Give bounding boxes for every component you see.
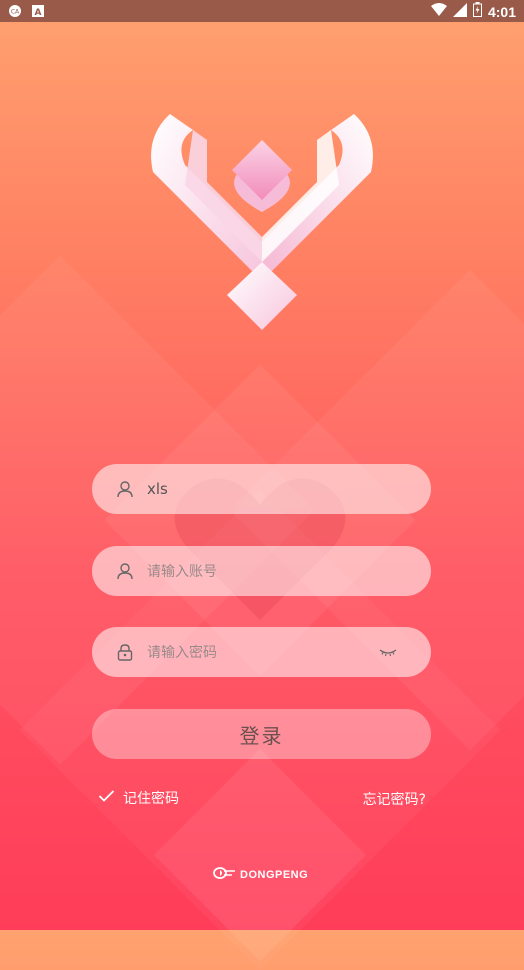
eye-closed-icon[interactable] [379,644,397,658]
footer-brand: DONGPENG [212,865,308,884]
svg-text:CA: CA [11,9,20,16]
remember-password-checkbox[interactable]: 记住密码 [98,788,179,808]
app-logo [151,114,373,330]
a-icon: A [32,3,44,22]
brand-logo-icon [212,865,236,884]
brand-name: DONGPENG [240,868,309,881]
svg-text:A: A [35,8,42,18]
status-time: 4:01 [487,3,516,20]
username-value: xls [147,480,168,498]
account-field[interactable]: 请输入账号 [92,546,431,596]
username-field[interactable]: xls [92,464,431,514]
remember-password-label: 记住密码 [123,791,179,807]
password-placeholder: 请输入密码 [147,645,217,661]
wifi-icon [430,2,447,21]
signal-icon [452,2,467,21]
status-bar: CA A 4:01 [0,0,524,22]
password-field[interactable]: 请输入密码 [92,627,431,677]
check-icon [98,789,115,807]
forgot-password-link[interactable]: 忘记密码? [363,789,426,809]
carrier-icon: CA [8,3,22,22]
battery-icon [472,2,482,21]
login-button[interactable]: 登录 [92,709,431,759]
lock-icon [116,643,134,661]
user-icon [116,562,134,580]
user-icon [116,480,134,498]
account-placeholder: 请输入账号 [147,564,217,580]
